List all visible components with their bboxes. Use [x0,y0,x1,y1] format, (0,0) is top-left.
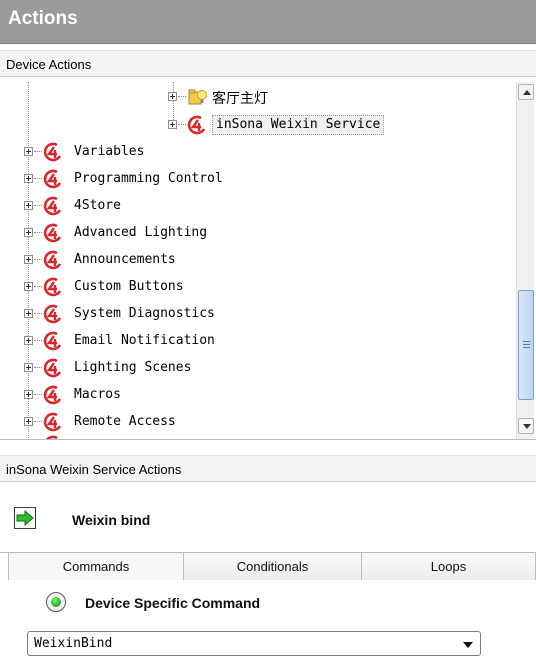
tree-item-programming-control[interactable]: Programming Control [0,168,510,190]
tree-item-label: Macros [74,387,121,402]
tree-connector [34,151,42,152]
expand-icon[interactable] [168,120,177,129]
service-actions-header: inSona Weixin Service Actions [0,455,536,482]
radio-selected-icon [51,597,61,607]
tree-connector [34,259,42,260]
tree-item-label: System Diagnostics [74,306,215,321]
control4-logo-icon [43,385,63,405]
control4-logo-icon [43,412,63,432]
tree-item-announcements[interactable]: Announcements [0,249,510,271]
tree-item-label: Lighting Scenes [74,360,192,375]
tree-item-insona-weixin-service[interactable]: inSona Weixin Service [0,114,510,136]
tab-conditionals[interactable]: Conditionals [184,553,362,581]
tree-connector [34,394,42,395]
command-label: Weixin bind [72,512,151,528]
scroll-thumb[interactable] [518,290,534,400]
control4-logo-icon [43,169,63,189]
control4-logo-icon [187,115,207,135]
device-specific-command-radio[interactable] [46,592,66,612]
tree-item-label: Advanced Lighting [74,225,208,240]
tree-connector [34,421,42,422]
tree-connector [34,286,42,287]
tree-connector [34,367,42,368]
tree-item-advanced-lighting[interactable]: Advanced Lighting [0,222,510,244]
device-specific-command-label: Device Specific Command [85,595,261,611]
expand-icon[interactable] [24,282,33,291]
tab-label: Commands [62,559,130,574]
expand-icon[interactable] [24,390,33,399]
tree-item-label: 4Store [74,198,121,213]
expand-icon[interactable] [24,309,33,318]
grip-line [523,341,530,342]
tree-item-remote-access[interactable]: Remote Access [0,411,510,433]
command-tabs: Commands Conditionals Loops [0,552,536,581]
tree-item-system-diagnostics[interactable]: System Diagnostics [0,303,510,325]
command-select[interactable]: WeixinBind [27,631,481,656]
tree-item-label: Variables [74,144,145,159]
expand-icon[interactable] [24,363,33,372]
expand-icon[interactable] [168,92,177,101]
expand-icon[interactable] [24,336,33,345]
tree-item-email-notification[interactable]: Email Notification [0,330,510,352]
tree-item-living-room-light[interactable]: 客厅主灯 [0,86,510,108]
tree-item-label: 客厅主灯 [212,91,268,107]
expand-icon[interactable] [24,174,33,183]
expand-icon[interactable] [24,255,33,264]
expand-icon[interactable] [24,201,33,210]
control4-logo-icon [43,223,63,243]
expand-icon[interactable] [24,147,33,156]
tree-connector [178,124,186,125]
device-actions-label: Device Actions [6,57,92,72]
control4-logo-icon [43,142,63,162]
scroll-up-button[interactable] [518,84,534,100]
tree-item-lighting-scenes[interactable]: Lighting Scenes [0,357,510,379]
tab-label: Conditionals [236,559,309,574]
tree-connector [178,96,186,97]
control4-logo-icon [43,435,63,439]
folder-bulb-icon [188,87,208,107]
control4-logo-icon [43,277,63,297]
control4-logo-icon [43,196,63,216]
device-actions-header: Device Actions [0,50,536,77]
tree-item-macros[interactable]: Macros [0,384,510,406]
control4-logo-icon [43,250,63,270]
arrow-up-icon [523,90,531,95]
scroll-down-button[interactable] [518,418,534,434]
tree-item-label: Custom Buttons [74,279,184,294]
chevron-down-icon[interactable] [463,642,473,648]
service-actions-label: inSona Weixin Service Actions [6,462,182,477]
tree-scrollbar[interactable] [516,82,534,439]
actions-panel-header: Actions [0,0,536,44]
tree-item-partial[interactable] [0,434,510,439]
tree-connector [34,232,42,233]
tree-item-variables[interactable]: Variables [0,141,510,163]
device-actions-tree[interactable]: 客厅主灯 inSona Weixin Service Variables Pro… [0,82,536,440]
tree-item-custom-buttons[interactable]: Custom Buttons [0,276,510,298]
control4-logo-icon [43,358,63,378]
tree-connector [34,340,42,341]
control4-logo-icon [43,331,63,351]
tree-item-4store[interactable]: 4Store [0,195,510,217]
tree-item-label: Announcements [74,252,176,267]
expand-icon[interactable] [24,417,33,426]
panel-title: Actions [8,8,78,29]
green-arrow-icon [14,507,36,529]
tree-connector [34,313,42,314]
command-weixin-bind[interactable]: Weixin bind [10,499,182,541]
grip-line [523,347,530,348]
command-select-value: WeixinBind [34,636,113,651]
arrow-down-icon [523,424,531,429]
expand-icon[interactable] [24,228,33,237]
tree-item-label: Remote Access [74,414,176,429]
tree-connector [34,205,42,206]
tree-item-label: inSona Weixin Service [212,115,385,135]
tree-connector [34,178,42,179]
tree-item-label: Email Notification [74,333,215,348]
control4-logo-icon [43,304,63,324]
tab-loops[interactable]: Loops [362,553,536,581]
tab-label: Loops [430,559,467,574]
tab-commands[interactable]: Commands [8,553,184,581]
grip-line [523,344,530,345]
tree-item-label: Programming Control [74,171,223,186]
